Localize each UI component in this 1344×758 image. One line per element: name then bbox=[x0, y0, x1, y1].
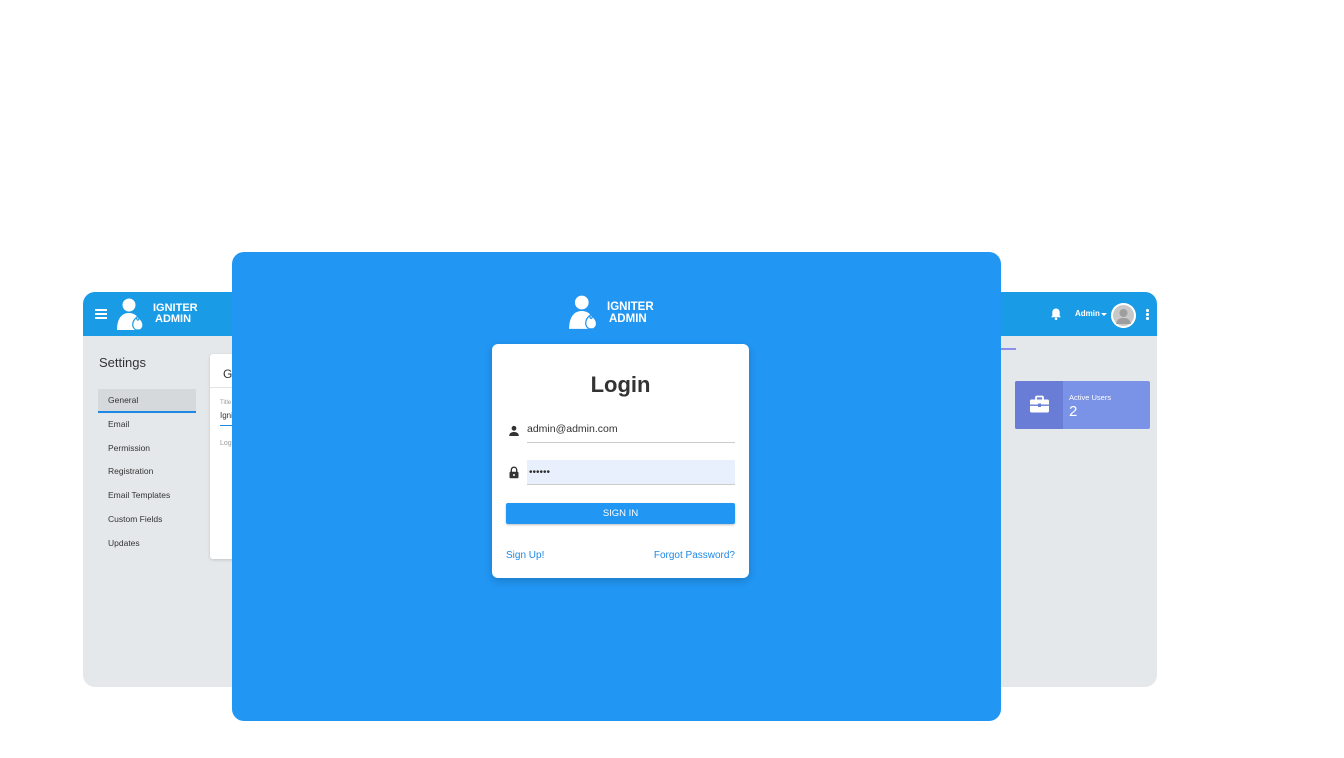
settings-nav-permission[interactable]: Permission bbox=[98, 437, 196, 461]
forgot-password-link[interactable]: Forgot Password? bbox=[654, 550, 735, 561]
chevron-down-icon[interactable] bbox=[1101, 313, 1107, 316]
login-window: IGNITER ADMIN Login SIGN IN Sign Up! For… bbox=[232, 252, 1001, 721]
stat-icon-box bbox=[1015, 381, 1063, 429]
stage: IGNITER ADMIN Admin Settings General Ema… bbox=[0, 0, 1344, 758]
menu-icon[interactable] bbox=[95, 309, 107, 319]
settings-nav-custom-fields[interactable]: Custom Fields bbox=[98, 508, 196, 532]
stat-label: Active Users bbox=[1069, 393, 1112, 402]
login-title: Login bbox=[590, 372, 651, 397]
stat-value: 2 bbox=[1069, 403, 1078, 420]
sign-in-button[interactable]: SIGN IN bbox=[506, 503, 735, 524]
settings-nav-email[interactable]: Email bbox=[98, 413, 196, 437]
logo-icon bbox=[569, 295, 598, 330]
user-icon bbox=[509, 425, 519, 436]
logo-icon bbox=[117, 298, 144, 331]
title-field-label: Title bbox=[220, 400, 232, 406]
user-menu-label[interactable]: Admin bbox=[1075, 309, 1100, 318]
brand-text: IGNITER ADMIN bbox=[607, 301, 654, 325]
settings-nav: General Email Permission Registration Em… bbox=[98, 389, 196, 556]
email-field[interactable] bbox=[527, 416, 735, 443]
active-users-card: Active Users 2 bbox=[1015, 381, 1150, 429]
settings-nav-email-templates[interactable]: Email Templates bbox=[98, 484, 196, 508]
settings-title: Settings bbox=[99, 355, 146, 370]
brand-line1: IGNITER bbox=[607, 301, 654, 313]
card-heading: G bbox=[223, 367, 233, 381]
login-card: Login SIGN IN Sign Up! Forgot Password? bbox=[492, 344, 749, 578]
settings-nav-registration[interactable]: Registration bbox=[98, 460, 196, 484]
password-field[interactable] bbox=[527, 460, 735, 485]
settings-nav-general[interactable]: General bbox=[98, 389, 196, 413]
logo-field-label: Log bbox=[220, 440, 232, 447]
briefcase-icon bbox=[1030, 395, 1049, 413]
brand-line2: ADMIN bbox=[155, 313, 192, 325]
lock-icon bbox=[509, 466, 519, 479]
title-field[interactable]: Igni bbox=[220, 411, 233, 420]
brand-line2: ADMIN bbox=[609, 312, 647, 325]
more-vert-icon[interactable] bbox=[1146, 309, 1150, 321]
bell-icon[interactable] bbox=[1049, 307, 1063, 321]
brand-text: IGNITER ADMIN bbox=[153, 303, 198, 325]
settings-nav-updates[interactable]: Updates bbox=[98, 532, 196, 556]
avatar[interactable] bbox=[1111, 303, 1136, 328]
sign-up-link[interactable]: Sign Up! bbox=[506, 550, 544, 561]
